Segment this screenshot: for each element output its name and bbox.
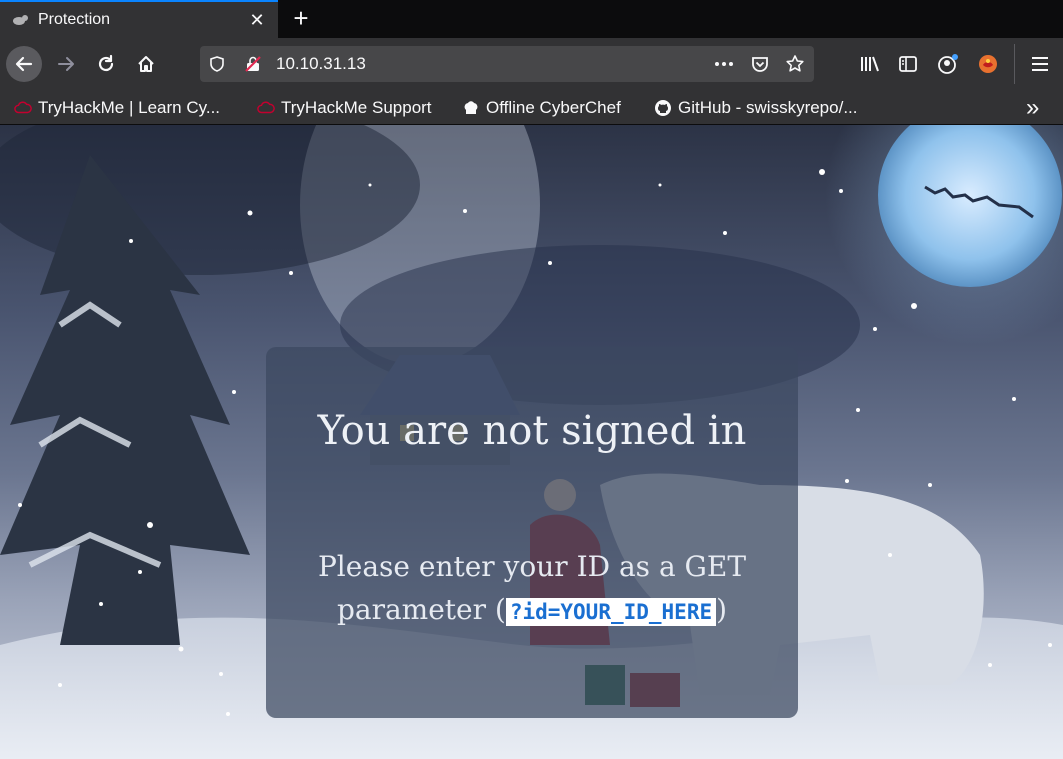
bookmark-label: TryHackMe Support <box>281 97 432 117</box>
bookmark-label: TryHackMe | Learn Cy... <box>38 97 221 117</box>
navigation-bar: 10.10.31.13 <box>0 38 1063 90</box>
reload-button[interactable] <box>94 52 118 76</box>
shield-icon[interactable] <box>206 53 228 75</box>
cloud-icon <box>257 101 275 113</box>
account-icon[interactable] <box>936 52 960 76</box>
bookmark-label: GitHub - swisskyrepo/... <box>678 97 858 117</box>
tab-protection[interactable]: Protection ✕ <box>0 0 278 38</box>
tab-title: Protection <box>38 11 111 28</box>
favicon-icon <box>13 15 28 25</box>
chevron-more-icon[interactable]: » <box>1026 94 1039 122</box>
sidebar-icon[interactable] <box>896 52 920 76</box>
message-text-end: ) <box>716 593 728 626</box>
tab-strip: Protection ✕ + <box>0 0 1063 38</box>
pocket-icon[interactable] <box>749 53 771 75</box>
bookmark-cyberchef[interactable]: Offline CyberChef <box>462 90 621 125</box>
url-text[interactable]: 10.10.31.13 <box>276 54 366 74</box>
bookmark-github[interactable]: GitHub - swisskyrepo/... <box>654 90 858 125</box>
bookmark-tryhackme[interactable]: TryHackMe | Learn Cy... <box>14 90 220 125</box>
hamburger-menu-icon[interactable] <box>1028 52 1052 76</box>
home-icon <box>138 56 154 72</box>
chef-hat-icon <box>464 100 478 114</box>
sign-in-notice-card: You are not signed in Please enter your … <box>266 347 798 718</box>
library-icon[interactable] <box>858 52 882 76</box>
bookmark-label: Offline CyberChef <box>486 97 621 117</box>
address-bar[interactable]: 10.10.31.13 <box>200 46 814 82</box>
insecure-lock-icon[interactable] <box>242 53 264 75</box>
bookmark-tryhackme-support[interactable]: TryHackMe Support <box>257 90 432 125</box>
cloud-icon <box>14 101 32 113</box>
close-tab-icon[interactable]: ✕ <box>242 10 272 31</box>
github-icon <box>655 99 671 116</box>
arrow-left-icon <box>15 56 33 72</box>
bookmarks-toolbar: TryHackMe | Learn Cy... TryHackMe Suppor… <box>0 90 1063 125</box>
id-parameter-code: ?id=YOUR_ID_HERE <box>505 598 717 626</box>
extension-icon[interactable] <box>976 52 1000 76</box>
more-actions-icon[interactable] <box>713 53 735 75</box>
notice-message: Please enter your ID as a GET parameter … <box>306 545 758 634</box>
notice-heading: You are not signed in <box>317 408 747 454</box>
back-button[interactable] <box>6 46 42 82</box>
home-button[interactable] <box>134 52 158 76</box>
toolbar-separator <box>1014 44 1015 84</box>
reload-icon <box>98 54 114 72</box>
arrow-right-icon <box>58 57 74 71</box>
new-tab-icon[interactable]: + <box>286 3 316 33</box>
page-viewport: You are not signed in Please enter your … <box>0 125 1063 759</box>
bookmark-star-icon[interactable] <box>784 53 806 75</box>
forward-button[interactable] <box>54 52 78 76</box>
